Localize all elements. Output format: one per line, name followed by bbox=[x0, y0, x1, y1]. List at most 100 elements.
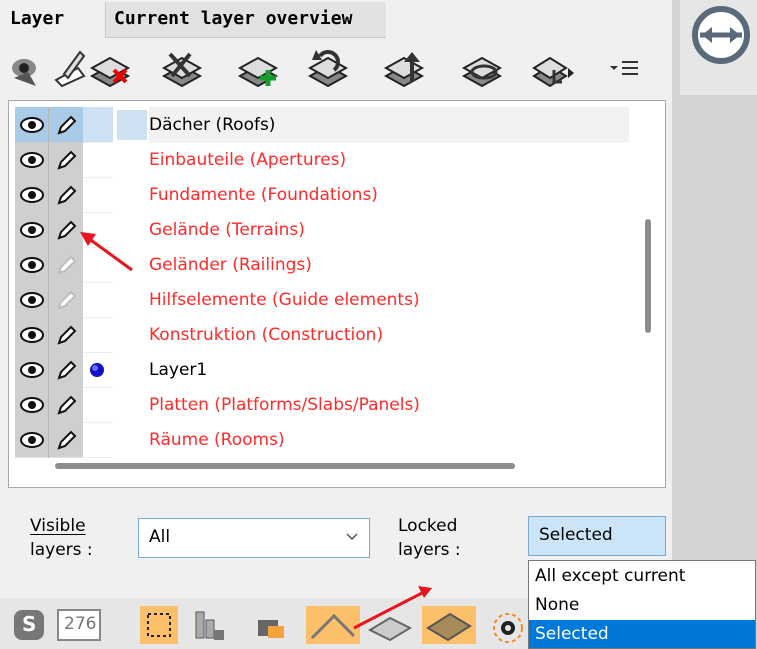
s-label: S bbox=[22, 612, 37, 636]
layer-name: Konstruktion (Construction) bbox=[149, 325, 384, 345]
pencil-icon[interactable] bbox=[49, 142, 83, 178]
selection-frame-icon[interactable] bbox=[140, 606, 178, 644]
locked-label-line2: layers : bbox=[398, 540, 461, 560]
dropdown-option[interactable]: All except current bbox=[529, 562, 755, 590]
visible-label-line2: layers : bbox=[30, 540, 93, 560]
layer-rotate-icon[interactable] bbox=[460, 46, 504, 90]
undo-layer-icon[interactable] bbox=[306, 46, 350, 90]
pencil-icon[interactable] bbox=[49, 387, 83, 423]
layer-row[interactable]: Layer1 bbox=[9, 352, 629, 388]
locked-layers-value: Selected bbox=[539, 525, 613, 545]
layer-name: Platten (Platforms/Slabs/Panels) bbox=[149, 395, 420, 415]
layer-name: Gelände (Terrains) bbox=[149, 220, 305, 240]
layer-name: Layer1 bbox=[149, 360, 208, 380]
layer-name: Dächer (Roofs) bbox=[149, 107, 629, 143]
layer-name: Geländer (Railings) bbox=[149, 255, 312, 275]
layer-row[interactable]: Platten (Platforms/Slabs/Panels) bbox=[9, 387, 629, 423]
chevron-down-icon bbox=[346, 533, 358, 541]
paint-icon[interactable] bbox=[252, 606, 290, 644]
layer-row[interactable]: Hilfselemente (Guide elements) bbox=[9, 282, 629, 318]
tab-layer-label: Layer bbox=[10, 8, 65, 29]
locked-label-line1: Locked bbox=[398, 516, 458, 536]
toolbar-options-icon[interactable] bbox=[604, 46, 644, 90]
eye-icon[interactable] bbox=[15, 352, 49, 388]
current-layer-cell[interactable] bbox=[83, 212, 113, 248]
eye-icon[interactable] bbox=[15, 282, 49, 318]
layer-row[interactable]: Einbauteile (Apertures) bbox=[9, 142, 629, 178]
pencil-icon[interactable] bbox=[49, 422, 83, 458]
visible-layers-value: All bbox=[149, 527, 171, 547]
pencil-icon[interactable] bbox=[49, 317, 83, 353]
elements-icon[interactable] bbox=[190, 606, 228, 644]
slab-tool-icon[interactable] bbox=[422, 606, 476, 644]
layer-list: Dächer (Roofs) Einbauteile (Apertures) Fun… bbox=[8, 100, 666, 488]
current-layer-cell[interactable] bbox=[83, 142, 113, 178]
pencil-icon[interactable] bbox=[49, 352, 83, 388]
eye-icon[interactable] bbox=[15, 177, 49, 213]
selection-marker bbox=[117, 110, 147, 140]
layer-row[interactable]: Gelände (Terrains) bbox=[9, 212, 629, 248]
layer-toolbar bbox=[8, 44, 668, 96]
current-layer-cell[interactable] bbox=[83, 282, 113, 318]
layer-row[interactable]: Räume (Rooms) bbox=[9, 422, 629, 458]
layer-name: Fundamente (Foundations) bbox=[149, 185, 378, 205]
tab-current-layer-overview[interactable]: Current layer overview bbox=[106, 2, 386, 38]
layer-row[interactable]: Konstruktion (Construction) bbox=[9, 317, 629, 353]
edit-layer-icon[interactable] bbox=[48, 46, 92, 90]
layer-row[interactable]: Geländer (Railings) bbox=[9, 247, 629, 283]
layer-row[interactable]: Fundamente (Foundations) bbox=[9, 177, 629, 213]
tab-overview-label: Current layer overview bbox=[114, 8, 353, 29]
dropdown-option[interactable]: Selected bbox=[529, 620, 755, 648]
tab-layer[interactable]: Layer bbox=[2, 2, 106, 38]
horizontal-scrollbar[interactable] bbox=[55, 463, 515, 469]
locked-layers-select[interactable]: Selected bbox=[528, 516, 666, 556]
counter-label: 276 bbox=[64, 614, 97, 634]
locked-layers-dropdown: All except current None Selected bbox=[528, 560, 756, 649]
layer-name: Hilfselemente (Guide elements) bbox=[149, 290, 420, 310]
visible-layers-select[interactable]: All bbox=[138, 518, 370, 558]
eye-icon[interactable] bbox=[15, 422, 49, 458]
layer-up-icon[interactable] bbox=[382, 46, 426, 90]
eye-icon[interactable] bbox=[15, 247, 49, 283]
locked-layers-label: Locked layers : bbox=[398, 514, 461, 562]
layer-name: Einbauteile (Apertures) bbox=[149, 150, 347, 170]
new-layer-icon[interactable] bbox=[236, 46, 280, 90]
current-layer-cell[interactable] bbox=[83, 247, 113, 283]
eye-icon[interactable] bbox=[15, 142, 49, 178]
dropdown-option[interactable]: None bbox=[529, 591, 755, 619]
visible-label-line1: Visible bbox=[30, 516, 86, 536]
s-icon[interactable]: S bbox=[10, 606, 48, 644]
current-layer-cell[interactable] bbox=[83, 317, 113, 353]
eye-icon[interactable] bbox=[15, 317, 49, 353]
settings-gear-icon[interactable] bbox=[486, 606, 526, 644]
visible-layers-label: Visible layers : bbox=[30, 514, 93, 562]
current-layer-icon bbox=[90, 363, 104, 377]
counter-icon[interactable]: 276 bbox=[56, 606, 102, 644]
pencil-icon[interactable] bbox=[49, 212, 83, 248]
layer-row[interactable]: Dächer (Roofs) bbox=[9, 107, 629, 143]
current-layer-cell[interactable] bbox=[83, 387, 113, 423]
eye-icon[interactable] bbox=[15, 107, 49, 143]
bottom-toolbar: S 276 bbox=[0, 598, 528, 649]
roof-tool-icon[interactable] bbox=[306, 606, 360, 644]
side-strip bbox=[672, 0, 757, 649]
delete-layer-icon[interactable] bbox=[88, 46, 132, 90]
expand-arrows-icon[interactable] bbox=[690, 4, 752, 66]
pencil-icon[interactable] bbox=[49, 107, 83, 143]
current-layer-cell[interactable] bbox=[83, 422, 113, 458]
pencil-icon[interactable] bbox=[49, 247, 83, 283]
vertical-scrollbar[interactable] bbox=[645, 219, 651, 333]
current-layer-cell[interactable] bbox=[83, 107, 113, 143]
current-layer-cell[interactable] bbox=[83, 352, 113, 388]
pencil-icon[interactable] bbox=[49, 282, 83, 318]
layer-panel: Layer Current layer overview Dächer (Roo… bbox=[0, 0, 672, 649]
layer-name: Räume (Rooms) bbox=[149, 430, 285, 450]
eye-icon[interactable] bbox=[15, 212, 49, 248]
pencil-icon[interactable] bbox=[49, 177, 83, 213]
current-layer-cell[interactable] bbox=[83, 177, 113, 213]
layer-menu-icon[interactable] bbox=[532, 46, 576, 90]
layer-tools-icon[interactable] bbox=[160, 46, 204, 90]
eye-icon[interactable] bbox=[15, 387, 49, 423]
show-all-layers-icon[interactable] bbox=[8, 46, 52, 90]
wall-tool-icon[interactable] bbox=[366, 606, 416, 644]
